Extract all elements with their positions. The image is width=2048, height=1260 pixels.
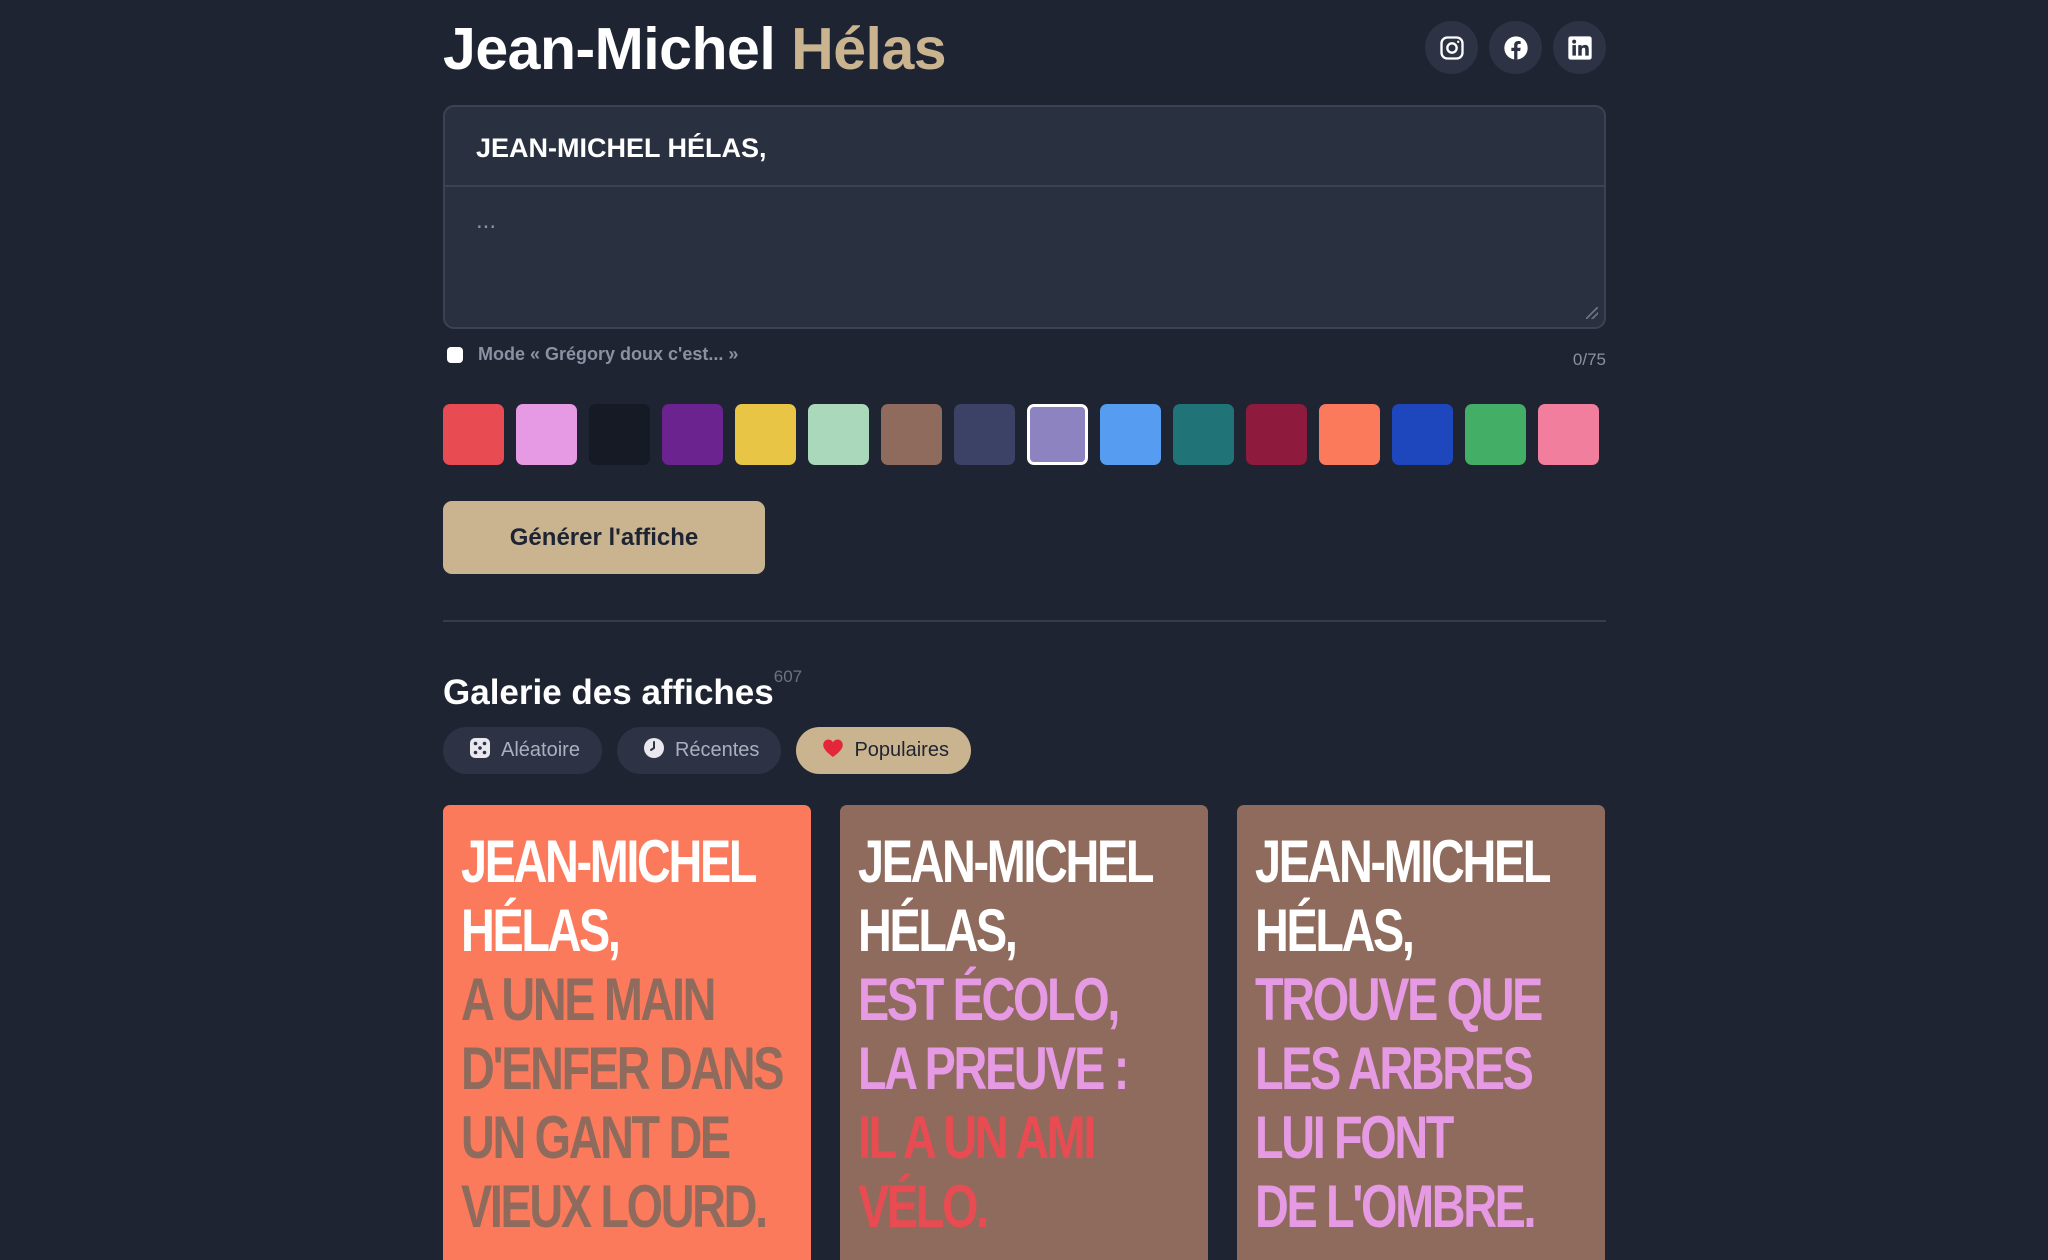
poster-text-input[interactable]: ... bbox=[445, 187, 1604, 325]
site-title-accent: Hélas bbox=[791, 16, 947, 82]
poster-line: HÉLAS, bbox=[858, 897, 1018, 964]
filter-popular-label: Populaires bbox=[854, 739, 949, 761]
mode-label[interactable]: Mode « Grégory doux c'est... » bbox=[478, 344, 738, 365]
resize-handle[interactable] bbox=[1586, 307, 1598, 319]
header: Jean-Michel Hélas bbox=[443, 0, 1606, 100]
color-swatch[interactable] bbox=[1100, 404, 1161, 465]
gallery-title-text: Galerie des affiches bbox=[443, 673, 774, 712]
site-title-name: Jean-Michel bbox=[443, 16, 776, 82]
poster-card[interactable]: JEAN-MICHEL HÉLAS, TROUVE QUE LES ARBRES LUI… bbox=[1237, 805, 1605, 1260]
color-swatch[interactable] bbox=[443, 404, 504, 465]
poster-line: IL A UN AMI bbox=[858, 1104, 1096, 1171]
poster-editor: JEAN-MICHEL HÉLAS, ... bbox=[443, 105, 1606, 329]
color-swatch[interactable] bbox=[1246, 404, 1307, 465]
options-row: Mode « Grégory doux c'est... » 0/75 bbox=[443, 342, 1606, 372]
poster-line: JEAN-MICHEL bbox=[461, 828, 757, 895]
facebook-icon bbox=[1503, 35, 1528, 60]
poster-card[interactable]: JEAN-MICHEL HÉLAS, A UNE MAIN D'ENFER DANS U… bbox=[443, 805, 811, 1260]
poster-line: EST ÉCOLO, bbox=[858, 966, 1120, 1033]
poster-line: DE L'OMBRE. bbox=[1255, 1173, 1537, 1240]
poster-line: A UNE MAIN bbox=[461, 966, 716, 1033]
color-swatch[interactable] bbox=[662, 404, 723, 465]
poster-line: D'ENFER DANS bbox=[461, 1035, 784, 1102]
color-swatch[interactable] bbox=[735, 404, 796, 465]
poster-line: VIEUX LOURD. bbox=[461, 1173, 768, 1240]
mode-checkbox[interactable] bbox=[447, 347, 463, 363]
poster-line: LES ARBRES bbox=[1255, 1035, 1534, 1102]
filter-recent[interactable]: Récentes bbox=[616, 727, 782, 774]
social-links bbox=[1425, 21, 1606, 74]
color-swatch[interactable] bbox=[1027, 404, 1088, 465]
filter-random[interactable]: Aléatoire bbox=[443, 727, 602, 774]
poster-line: JEAN-MICHEL bbox=[858, 828, 1154, 895]
site-title: Jean-Michel Hélas bbox=[443, 12, 947, 86]
poster-line: TROUVE QUE bbox=[1255, 966, 1543, 1033]
poster-line: JEAN-MICHEL bbox=[1255, 828, 1551, 895]
poster-card[interactable]: JEAN-MICHEL HÉLAS, EST ÉCOLO, LA PREUVE : IL… bbox=[840, 805, 1208, 1260]
facebook-button[interactable] bbox=[1489, 21, 1542, 74]
color-swatch[interactable] bbox=[516, 404, 577, 465]
linkedin-icon bbox=[1567, 35, 1592, 60]
color-swatch[interactable] bbox=[589, 404, 650, 465]
poster-line: LA PREUVE : bbox=[858, 1035, 1129, 1102]
instagram-button[interactable] bbox=[1425, 21, 1478, 74]
poster-line: UN GANT DE bbox=[461, 1104, 731, 1171]
color-swatches bbox=[443, 404, 1599, 465]
instagram-icon bbox=[1439, 35, 1464, 60]
heart-icon bbox=[820, 736, 846, 766]
gallery-filters: Aléatoire Récentes Populaires bbox=[443, 727, 971, 774]
char-counter: 0/75 bbox=[1572, 350, 1606, 369]
poster-line: HÉLAS, bbox=[461, 897, 621, 964]
gallery-count: 607 bbox=[773, 667, 803, 686]
gallery-title: Galerie des affiches607 bbox=[443, 667, 802, 713]
poster-line: VÉLO. bbox=[858, 1173, 989, 1240]
generate-poster-button[interactable]: Générer l'affiche bbox=[443, 501, 765, 574]
divider bbox=[443, 620, 1606, 622]
editor-prefix: JEAN-MICHEL HÉLAS, bbox=[445, 107, 1604, 187]
color-swatch[interactable] bbox=[1319, 404, 1380, 465]
color-swatch[interactable] bbox=[1173, 404, 1234, 465]
filter-recent-label: Récentes bbox=[674, 739, 760, 761]
main-container: Jean-Michel Hélas JEAN-MICHEL HÉLAS, ... bbox=[443, 0, 1606, 1260]
page: Jean-Michel Hélas JEAN-MICHEL HÉLAS, ... bbox=[0, 0, 2048, 1260]
linkedin-button[interactable] bbox=[1553, 21, 1606, 74]
poster-line: HÉLAS, bbox=[1255, 897, 1415, 964]
color-swatch[interactable] bbox=[1392, 404, 1453, 465]
color-swatch[interactable] bbox=[808, 404, 869, 465]
color-swatch[interactable] bbox=[1465, 404, 1526, 465]
color-swatch[interactable] bbox=[881, 404, 942, 465]
color-swatch[interactable] bbox=[954, 404, 1015, 465]
filter-popular[interactable]: Populaires bbox=[796, 727, 971, 774]
poster-grid: JEAN-MICHEL HÉLAS, A UNE MAIN D'ENFER DANS U… bbox=[443, 805, 1605, 1260]
filter-random-label: Aléatoire bbox=[501, 739, 580, 761]
poster-line: LUI FONT bbox=[1255, 1104, 1454, 1171]
clock-icon bbox=[641, 736, 667, 766]
dice-icon bbox=[467, 736, 493, 766]
poster-text-placeholder: ... bbox=[476, 207, 497, 234]
color-swatch[interactable] bbox=[1538, 404, 1599, 465]
